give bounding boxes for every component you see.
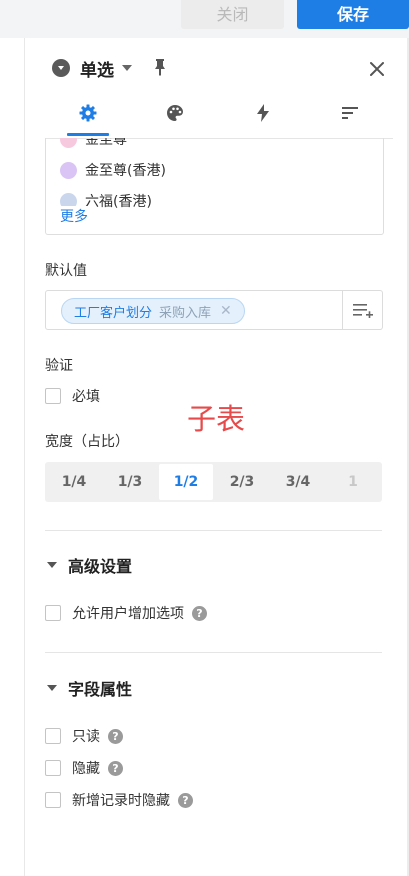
readonly-checkbox[interactable]: 只读 ? [45,727,123,745]
annotation-text: 子表 [187,402,246,436]
hide-on-new-label: 新增记录时隐藏 [72,793,170,809]
field-type-title: 单选 [80,60,114,81]
help-icon[interactable]: ? [192,605,207,621]
tag-remove-icon[interactable]: ✕ [220,303,232,319]
allow-add-options-checkbox[interactable]: 允许用户增加选项 ? [45,604,207,622]
tab-basic[interactable] [70,100,106,126]
options-list: 金至尊 金至尊(香港) 六福(香港) 更多 [45,138,384,235]
option-label: 金至尊(香港) [85,163,166,179]
canvas-edge [0,38,25,876]
option-color-dot [60,138,77,148]
sort-lines-icon [342,107,358,119]
list-item[interactable]: 金至尊 [60,138,127,150]
list-add-icon [352,304,373,318]
checkbox-box[interactable] [45,760,61,776]
field-type-selector[interactable]: 单选 [52,56,132,81]
checkbox-box[interactable] [45,728,61,744]
help-icon[interactable]: ? [108,760,123,776]
help-icon[interactable]: ? [178,792,193,808]
option-color-dot [60,161,77,179]
checkbox-box[interactable] [45,792,61,808]
collapse-caret-icon [47,685,57,691]
field-properties-title: 字段属性 [68,680,133,699]
caret-down-icon [122,65,132,71]
width-selector: 1/4 1/3 1/2 2/3 3/4 1 [45,462,382,502]
width-option-selected[interactable]: 1/2 [159,464,213,500]
option-label: 六福(香港) [85,194,152,210]
advanced-settings-title: 高级设置 [68,557,133,576]
width-option[interactable]: 3/4 [271,464,325,500]
pin-icon[interactable] [152,58,168,76]
tab-sort[interactable] [332,100,368,126]
divider [45,530,382,531]
default-value-tag: 工厂客户划分 采购入库 ✕ [61,298,245,324]
add-list-button[interactable] [342,290,383,330]
hidden-checkbox[interactable]: 隐藏 ? [45,759,123,777]
default-value-input[interactable]: 工厂客户划分 采购入库 ✕ [45,290,343,330]
tab-events[interactable] [245,100,281,126]
settings-tabs [45,98,393,139]
field-settings-panel: 单选 金至尊 金至尊(香港) 六福(香港) 更多 默认值 工厂客户划分 采购入库… [25,38,409,876]
top-toolbar: 关闭 保存 [0,0,409,38]
readonly-label: 只读 [72,729,100,745]
more-link[interactable]: 更多 [60,206,94,226]
width-option[interactable]: 1/3 [103,464,157,500]
required-checkbox[interactable]: 必填 [45,387,100,405]
close-icon[interactable] [368,60,386,78]
gear-icon [79,104,97,122]
tag-main-text: 工厂客户划分 [74,305,153,321]
checkbox-box[interactable] [45,388,61,404]
tab-style[interactable] [157,100,193,126]
field-properties-header[interactable]: 字段属性 [45,677,132,699]
option-label: 金至尊 [85,138,127,148]
width-option[interactable]: 2/3 [215,464,269,500]
advanced-settings-header[interactable]: 高级设置 [45,554,132,576]
collapse-caret-icon [47,562,57,568]
width-option-disabled: 1 [348,474,358,490]
divider [45,652,382,653]
close-button[interactable]: 关闭 [181,0,284,29]
hidden-label: 隐藏 [72,761,100,777]
list-item[interactable]: 金至尊(香港) [60,159,166,181]
allow-add-label: 允许用户增加选项 [72,606,184,622]
required-label: 必填 [72,389,100,405]
hide-on-new-checkbox[interactable]: 新增记录时隐藏 ? [45,791,193,809]
checkbox-box[interactable] [45,605,61,621]
help-icon[interactable]: ? [108,728,123,744]
width-label: 宽度（占比） [45,434,129,450]
width-option[interactable]: 1/4 [47,464,101,500]
validation-label: 验证 [45,358,73,374]
radio-type-icon [52,59,70,77]
palette-icon [167,105,183,121]
default-value-label: 默认值 [45,263,87,279]
active-tab-indicator [67,133,109,136]
save-button[interactable]: 保存 [297,0,409,29]
lightning-icon [257,104,269,122]
tag-sub-text: 采购入库 [159,305,212,321]
